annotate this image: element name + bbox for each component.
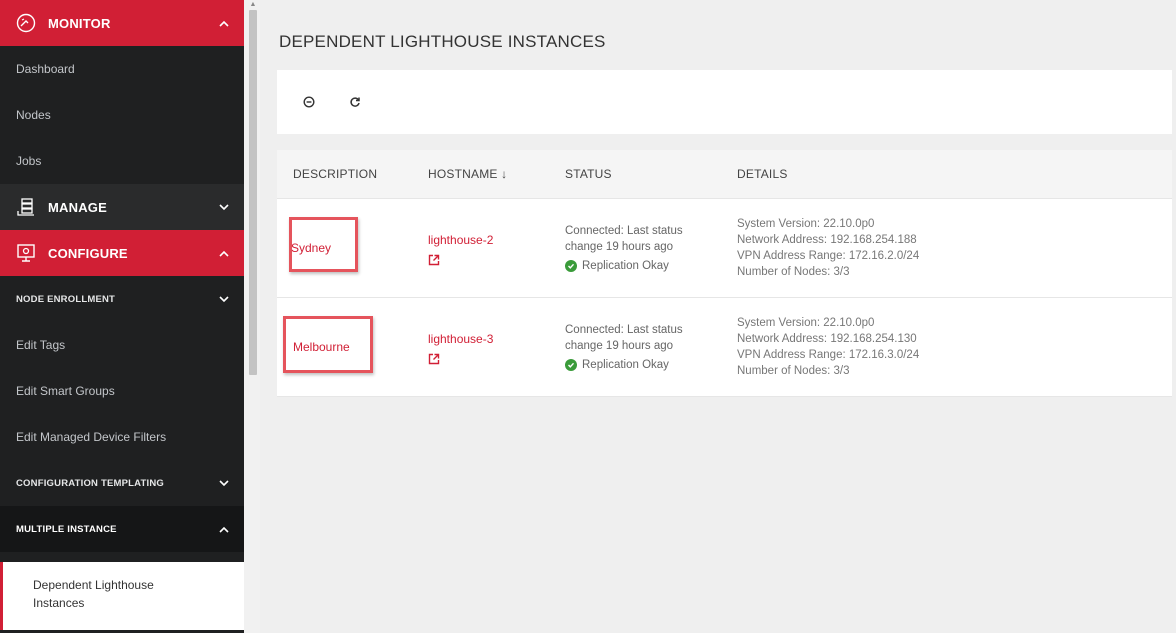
chevron-down-icon	[218, 477, 230, 489]
sidebar-item-edit-smart-groups[interactable]: Edit Smart Groups	[0, 368, 244, 414]
replication-status: Replication Okay	[565, 258, 737, 274]
check-circle-icon	[565, 259, 577, 272]
database-icon	[16, 197, 36, 217]
configuration-templating-label: CONFIGURATION TEMPLATING	[16, 477, 164, 489]
add-circle-icon[interactable]	[301, 94, 317, 110]
multiple-instance-label: MULTIPLE INSTANCE	[16, 523, 117, 535]
sidebar-group-node-enrollment[interactable]: NODE ENROLLMENT	[0, 276, 244, 322]
status-text-line2: change 19 hours ago	[565, 339, 674, 352]
replication-label: Replication Okay	[582, 358, 669, 371]
monitor-label: MONITOR	[48, 15, 111, 31]
column-header-description[interactable]: DESCRIPTION	[277, 167, 428, 181]
replication-label: Replication Okay	[582, 259, 669, 272]
sidebar-item-edit-tags[interactable]: Edit Tags	[0, 322, 244, 368]
configure-section-header[interactable]: CONFIGURE	[0, 230, 244, 276]
details-node-count: Number of Nodes: 3/3	[737, 266, 850, 278]
page-title: DEPENDENT LIGHTHOUSE INSTANCES	[279, 32, 606, 51]
check-circle-icon	[565, 358, 577, 371]
gauge-icon	[16, 13, 36, 33]
refresh-icon[interactable]	[347, 94, 363, 110]
sidebar-group-multiple-instance[interactable]: MULTIPLE INSTANCE	[0, 506, 244, 552]
chevron-down-icon[interactable]	[218, 201, 230, 213]
sidebar-item-jobs[interactable]: Jobs	[0, 138, 244, 184]
toolbar	[277, 70, 1172, 134]
column-header-status[interactable]: STATUS	[565, 167, 737, 181]
details-network-address: Network Address: 192.168.254.130	[737, 333, 917, 345]
sidebar-item-dependent-lighthouse-instances[interactable]: Dependent Lighthouse Instances	[0, 562, 244, 630]
sidebar: MONITOR Dashboard Nodes Jobs MANAGE CONF…	[0, 0, 244, 633]
details-node-count: Number of Nodes: 3/3	[737, 365, 850, 377]
table-header: DESCRIPTION HOSTNAME ↓ STATUS DETAILS	[277, 150, 1172, 199]
column-header-details[interactable]: DETAILS	[737, 167, 1172, 181]
details-vpn-range: VPN Address Range: 172.16.3.0/24	[737, 349, 920, 361]
monitor-section-header[interactable]: MONITOR	[0, 0, 244, 46]
details-system-version: System Version: 22.10.0p0	[737, 218, 875, 230]
sidebar-group-configuration-templating[interactable]: CONFIGURATION TEMPLATING	[0, 460, 244, 506]
hostname-cell: lighthouse-2	[428, 231, 565, 266]
manage-label: MANAGE	[48, 199, 107, 215]
sidebar-item-dashboard[interactable]: Dashboard	[0, 46, 244, 92]
table-row: Sydney lighthouse-2 Connected: Last stat…	[277, 199, 1172, 298]
hostname-link[interactable]: lighthouse-3	[428, 332, 493, 346]
highlight-box	[289, 217, 358, 272]
chevron-down-icon	[218, 293, 230, 305]
details-network-address: Network Address: 192.168.254.188	[737, 234, 917, 246]
details-cell: System Version: 22.10.0p0 Network Addres…	[737, 315, 1172, 379]
sidebar-item-edit-managed-device-filters[interactable]: Edit Managed Device Filters	[0, 414, 244, 460]
highlight-box	[283, 316, 373, 373]
replication-status: Replication Okay	[565, 357, 737, 373]
chevron-up-icon[interactable]	[218, 247, 230, 259]
status-text-line1: Connected: Last status	[565, 224, 683, 237]
status-text-line2: change 19 hours ago	[565, 240, 674, 253]
scrollbar-thumb[interactable]	[249, 10, 257, 375]
sidebar-item-nodes[interactable]: Nodes	[0, 92, 244, 138]
status-text-line1: Connected: Last status	[565, 323, 683, 336]
status-cell: Connected: Last status change 19 hours a…	[565, 223, 737, 274]
status-cell: Connected: Last status change 19 hours a…	[565, 322, 737, 373]
column-header-hostname[interactable]: HOSTNAME ↓	[428, 167, 565, 181]
table-row: Melbourne lighthouse-3 Connected: Last s…	[277, 298, 1172, 397]
scroll-up-arrow-icon[interactable]: ▲	[248, 0, 258, 10]
manage-section-header[interactable]: MANAGE	[0, 184, 244, 230]
active-item-label: Dependent Lighthouse Instances	[33, 578, 154, 610]
details-system-version: System Version: 22.10.0p0	[737, 317, 875, 329]
configure-label: CONFIGURE	[48, 245, 128, 261]
instances-table: DESCRIPTION HOSTNAME ↓ STATUS DETAILS Sy…	[277, 150, 1172, 397]
monitor-gear-icon	[16, 243, 36, 263]
external-link-icon[interactable]	[428, 352, 440, 365]
hostname-link[interactable]: lighthouse-2	[428, 233, 493, 247]
external-link-icon[interactable]	[428, 253, 440, 266]
hostname-cell: lighthouse-3	[428, 330, 565, 365]
chevron-up-icon	[218, 523, 230, 535]
details-cell: System Version: 22.10.0p0 Network Addres…	[737, 216, 1172, 280]
node-enrollment-label: NODE ENROLLMENT	[16, 293, 116, 305]
details-vpn-range: VPN Address Range: 172.16.2.0/24	[737, 250, 920, 262]
chevron-up-icon[interactable]	[218, 17, 230, 29]
